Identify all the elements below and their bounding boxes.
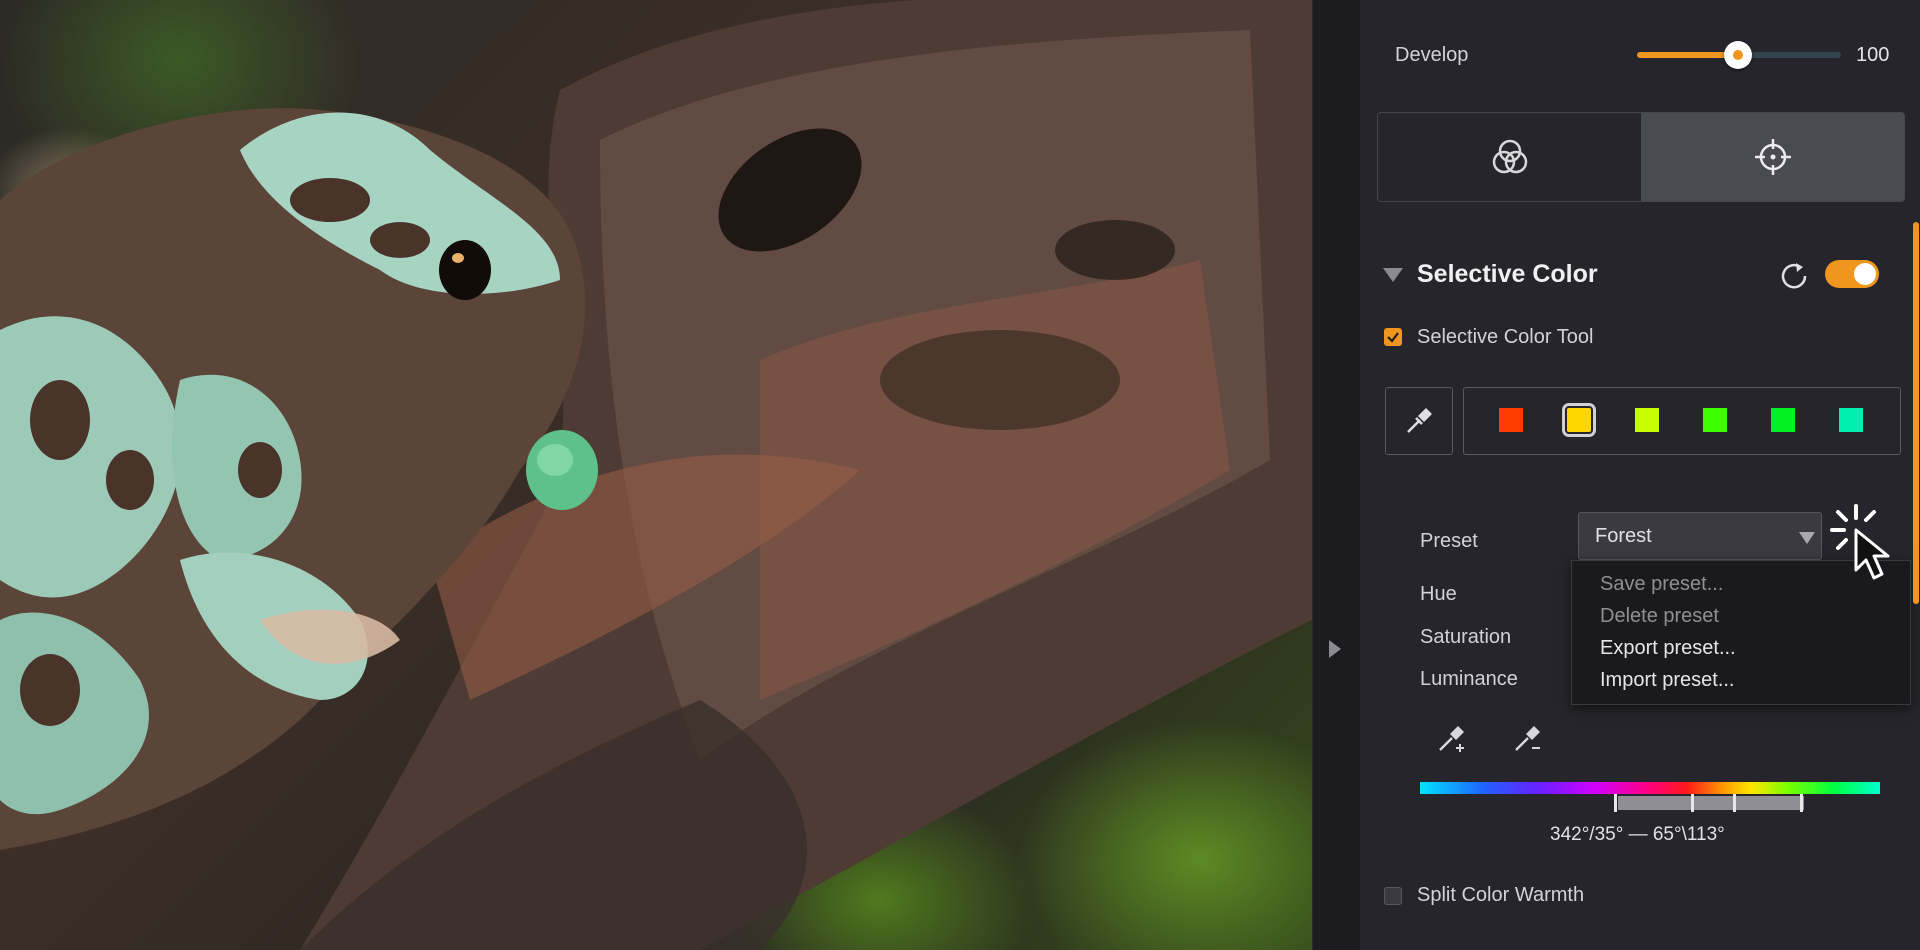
eyedropper-icon xyxy=(1407,408,1432,433)
color-circles-button[interactable] xyxy=(1378,113,1641,201)
hue-range-handle-start[interactable] xyxy=(1614,794,1617,812)
section-title: Selective Color xyxy=(1417,260,1598,288)
saturation-label: Saturation xyxy=(1420,626,1512,648)
develop-value: 100 xyxy=(1856,44,1890,66)
hue-range-readout: 342°/35° — 65°\113° xyxy=(1550,824,1725,845)
targeted-adjust-button[interactable] xyxy=(1641,113,1904,201)
reset-icon[interactable] xyxy=(1778,259,1810,291)
develop-label: Develop xyxy=(1395,44,1469,66)
hue-range-handle-inner-start[interactable] xyxy=(1691,794,1694,812)
selective-color-tool-checkbox[interactable] xyxy=(1384,328,1402,346)
collapse-section-icon[interactable] xyxy=(1383,268,1403,282)
preset-dropdown[interactable]: Forest xyxy=(1578,512,1822,560)
color-swatch[interactable] xyxy=(1703,408,1727,432)
menu-item-delete-preset[interactable]: Delete preset xyxy=(1600,605,1719,628)
color-swatch[interactable] xyxy=(1839,408,1863,432)
section-enable-toggle[interactable] xyxy=(1825,260,1879,288)
develop-slider-knob[interactable] xyxy=(1724,41,1752,69)
selective-color-tool-label: Selective Color Tool xyxy=(1417,326,1594,348)
menu-item-export-preset[interactable]: Export preset... xyxy=(1600,637,1736,660)
preset-label: Preset xyxy=(1420,530,1478,552)
color-swatch[interactable] xyxy=(1635,408,1659,432)
color-swatch[interactable] xyxy=(1499,408,1523,432)
luminance-label: Luminance xyxy=(1420,668,1518,690)
swatch-group xyxy=(1463,387,1901,455)
checkmark-icon xyxy=(1387,332,1399,343)
menu-item-import-preset[interactable]: Import preset... xyxy=(1600,669,1735,692)
chevron-down-icon xyxy=(1799,532,1815,544)
adjustments-panel: Develop 100 Selective Color Selective Co… xyxy=(1360,0,1920,950)
panel-collapse-strip[interactable] xyxy=(1312,0,1361,950)
color-circles-icon xyxy=(1492,139,1527,174)
hue-range-handle-inner-end[interactable] xyxy=(1733,794,1736,812)
mode-switch xyxy=(1377,112,1905,202)
preset-value: Forest xyxy=(1595,525,1652,547)
remove-color-eyedropper-icon[interactable] xyxy=(1510,718,1548,756)
photo-image xyxy=(0,0,1312,950)
color-swatch[interactable] xyxy=(1562,403,1596,437)
hue-label: Hue xyxy=(1420,583,1457,605)
expand-arrow-icon[interactable] xyxy=(1329,640,1341,658)
click-cursor-icon xyxy=(1830,504,1890,580)
split-color-warmth-label: Split Color Warmth xyxy=(1417,884,1585,906)
hue-range-selector[interactable] xyxy=(1618,796,1804,810)
hue-spectrum-bar[interactable] xyxy=(1420,782,1880,794)
crosshair-icon xyxy=(1754,139,1791,175)
photo-canvas[interactable] xyxy=(0,0,1312,950)
split-color-warmth-checkbox[interactable] xyxy=(1384,887,1402,905)
menu-item-save-preset[interactable]: Save preset... xyxy=(1600,573,1723,596)
add-color-eyedropper-icon[interactable] xyxy=(1434,718,1472,756)
color-picker-button[interactable] xyxy=(1385,387,1453,455)
color-swatch[interactable] xyxy=(1771,408,1795,432)
hue-range-handle-end[interactable] xyxy=(1800,794,1803,812)
